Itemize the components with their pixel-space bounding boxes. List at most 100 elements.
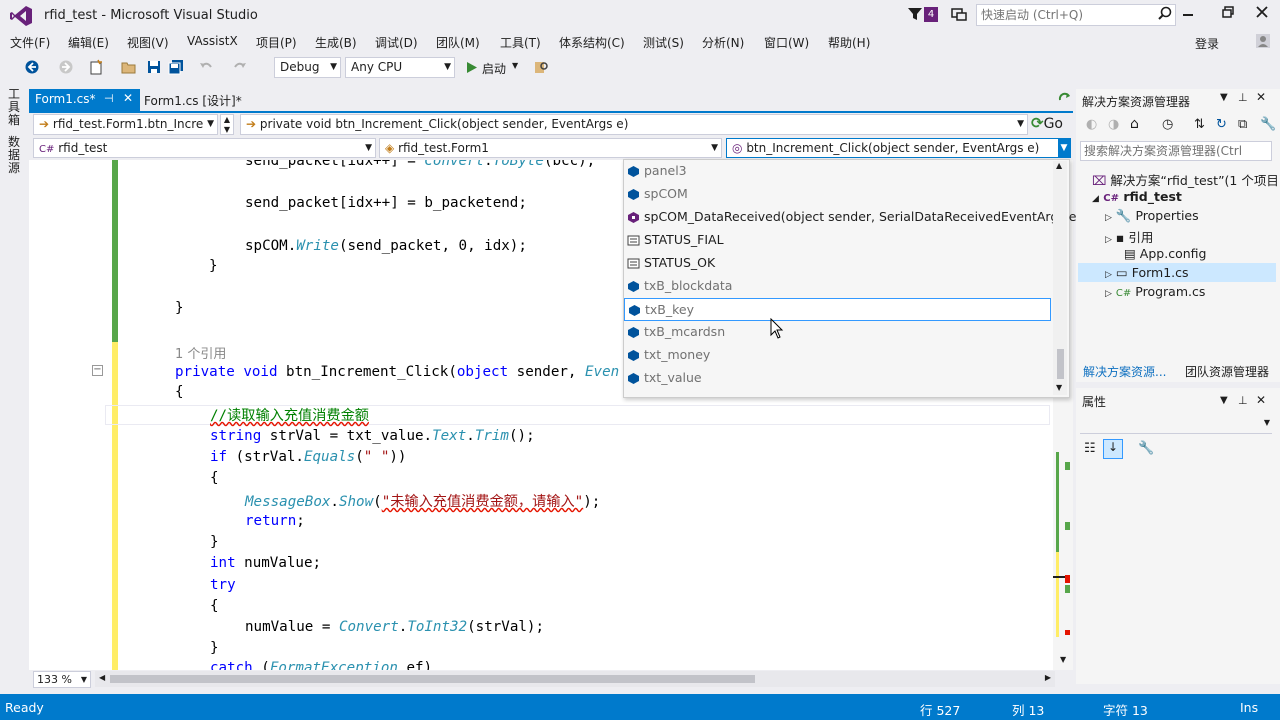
tab-form1-code[interactable]: Form1.cs* ⊣ ✕ xyxy=(29,89,140,111)
completion-item[interactable]: STATUS_FIAL xyxy=(624,229,1051,252)
go-button[interactable]: ⟳Go xyxy=(1031,114,1071,135)
feedback-icon[interactable] xyxy=(950,6,968,24)
back-arrow-icon[interactable] xyxy=(24,59,40,75)
close-icon[interactable]: ✕ xyxy=(1256,90,1266,104)
scroll-down-icon[interactable]: ▼ xyxy=(1056,383,1062,392)
start-debug-button[interactable]: 启动 ▼ xyxy=(464,58,524,78)
home-icon[interactable]: ⌂ xyxy=(1130,116,1139,132)
member-spin-button[interactable]: ▲ ▼ xyxy=(220,114,234,135)
method-combo[interactable]: ◎ btn_Increment_Click(object sender, Eve… xyxy=(726,138,1071,158)
tree-item-program[interactable]: ▷ C# Program.cs xyxy=(1105,284,1205,299)
data-sources-tab[interactable]: 数据源 xyxy=(8,136,22,175)
menu-window[interactable]: 窗口(W) xyxy=(764,34,809,51)
class-combo[interactable]: ◈ rfid_test.Form1 ▼ xyxy=(379,138,722,158)
tab-form1-designer[interactable]: Form1.cs [设计]* xyxy=(144,92,242,109)
menu-view[interactable]: 视图(V) xyxy=(127,34,169,51)
intellisense-list[interactable]: panel3 spCOM spCOM_DataReceived(object s… xyxy=(623,159,1081,398)
properties-object-dropdown[interactable]: ▼ xyxy=(1080,414,1272,434)
save-all-icon[interactable] xyxy=(168,59,184,75)
menu-analyze[interactable]: 分析(N) xyxy=(702,34,744,51)
menu-vassistx[interactable]: VAssistX xyxy=(187,34,238,48)
completion-scroll-thumb[interactable] xyxy=(1057,349,1064,379)
panel-menu-chevron-icon[interactable]: ▼ xyxy=(1220,92,1228,103)
alphabetical-icon[interactable]: ↓ xyxy=(1103,439,1123,459)
menu-project[interactable]: 项目(P) xyxy=(256,34,297,51)
pin-icon[interactable]: ⊥ xyxy=(1238,394,1248,407)
tree-item-references[interactable]: ▷ ▪ 引用 xyxy=(1105,227,1153,246)
solution-search-input[interactable]: 搜索解决方案资源管理器(Ctrl xyxy=(1080,141,1272,161)
completion-item[interactable]: txt_money xyxy=(624,344,1051,367)
visual-studio-logo-icon[interactable] xyxy=(10,6,32,26)
sync-icon[interactable]: ⇅ xyxy=(1194,117,1205,132)
quick-launch-input[interactable] xyxy=(977,5,1152,25)
pin-icon[interactable]: ⊣ xyxy=(104,92,114,105)
close-window-button[interactable] xyxy=(1248,4,1276,26)
platform-dropdown[interactable]: Any CPU ▼ xyxy=(345,57,455,78)
completion-item[interactable]: txB_mcardsn xyxy=(624,321,1051,344)
horizontal-scroll-thumb[interactable] xyxy=(110,675,755,683)
tree-item-form1[interactable]: ▷ ▭ Form1.cs xyxy=(1105,265,1189,280)
close-icon[interactable]: ✕ xyxy=(1256,393,1266,407)
member-combo[interactable]: ➔ rfid_test.Form1.btn_Incre ▼ xyxy=(33,114,218,135)
sync-icon[interactable] xyxy=(1058,92,1072,106)
close-icon[interactable]: ✕ xyxy=(123,91,133,105)
menu-architecture[interactable]: 体系结构(C) xyxy=(559,34,625,51)
zoom-dropdown[interactable]: 133 % ▼ xyxy=(33,671,91,688)
forward-icon[interactable]: ◑ xyxy=(1108,117,1119,132)
tree-item-app-config[interactable]: ▤ App.config xyxy=(1124,246,1206,261)
minimize-button[interactable] xyxy=(1174,4,1202,26)
account-icon[interactable] xyxy=(1254,32,1272,50)
pending-changes-icon[interactable]: ◷ xyxy=(1162,117,1173,132)
scroll-left-icon[interactable]: ◀ xyxy=(99,673,105,682)
menu-help[interactable]: 帮助(H) xyxy=(828,34,870,51)
properties-icon[interactable]: 🔧 xyxy=(1260,117,1276,132)
redo-icon[interactable] xyxy=(232,59,248,75)
tree-solution-root[interactable]: ⌧ 解决方案“rfid_test”(1 个项目) xyxy=(1092,170,1280,189)
scroll-down-icon[interactable]: ▼ xyxy=(1060,655,1066,664)
toolbox-tab[interactable]: 工具箱 xyxy=(8,88,22,127)
collapse-all-icon[interactable]: ⧉ xyxy=(1238,117,1247,132)
open-folder-icon[interactable] xyxy=(121,59,137,75)
property-pages-icon[interactable]: 🔧 xyxy=(1138,441,1154,456)
completion-item[interactable]: panel3 xyxy=(624,160,1051,183)
menu-file[interactable]: 文件(F) xyxy=(10,34,50,51)
panel-menu-chevron-icon[interactable]: ▼ xyxy=(1220,395,1228,406)
menu-team[interactable]: 团队(M) xyxy=(436,34,480,51)
pin-icon[interactable]: ⊥ xyxy=(1238,91,1248,104)
tab-solution-explorer[interactable]: 解决方案资源... xyxy=(1083,363,1166,380)
configuration-dropdown[interactable]: Debug ▼ xyxy=(274,57,341,78)
forward-arrow-icon[interactable] xyxy=(58,59,74,75)
menu-debug[interactable]: 调试(D) xyxy=(375,34,418,51)
completion-item-selected[interactable]: txB_key xyxy=(624,298,1051,321)
menu-test[interactable]: 测试(S) xyxy=(643,34,684,51)
sign-in-link[interactable]: 登录 xyxy=(1195,35,1219,52)
back-icon[interactable]: ◐ xyxy=(1086,117,1097,132)
completion-item[interactable]: spCOM_DataReceived(object sender, Serial… xyxy=(624,206,1081,229)
save-icon[interactable] xyxy=(146,59,162,75)
scroll-up-icon[interactable]: ▲ xyxy=(1056,161,1062,170)
quick-launch-box[interactable] xyxy=(976,4,1176,26)
tree-item-properties[interactable]: ▷ 🔧 Properties xyxy=(1105,208,1199,224)
collapse-region-icon[interactable]: − xyxy=(92,365,103,376)
undo-icon[interactable] xyxy=(198,59,214,75)
search-icon[interactable] xyxy=(1158,6,1172,20)
categorized-icon[interactable]: ☷ xyxy=(1084,441,1096,456)
project-combo[interactable]: C# rfid_test ▼ xyxy=(33,138,376,158)
find-in-files-icon[interactable] xyxy=(533,59,549,75)
signature-combo[interactable]: ➔ private void btn_Increment_Click(objec… xyxy=(240,114,1028,135)
menu-build[interactable]: 生成(B) xyxy=(315,34,357,51)
completion-item[interactable]: txB_blockdata xyxy=(624,275,1051,298)
restore-button[interactable] xyxy=(1214,4,1242,26)
menu-tools[interactable]: 工具(T) xyxy=(500,34,541,51)
menu-edit[interactable]: 编辑(E) xyxy=(68,34,109,51)
completion-item[interactable]: txt_value xyxy=(624,367,1051,390)
scroll-right-icon[interactable]: ▶ xyxy=(1045,673,1051,682)
tab-team-explorer[interactable]: 团队资源管理器 xyxy=(1185,363,1269,380)
new-project-icon[interactable] xyxy=(88,59,104,75)
refresh-icon[interactable]: ↻ xyxy=(1216,117,1227,132)
filter-icon[interactable] xyxy=(906,5,924,23)
reference-count-lens[interactable]: 1 个引用 xyxy=(175,343,226,362)
completion-item[interactable]: spCOM xyxy=(624,183,1051,206)
notification-badge[interactable]: 4 xyxy=(924,7,938,22)
completion-item[interactable]: STATUS_OK xyxy=(624,252,1051,275)
